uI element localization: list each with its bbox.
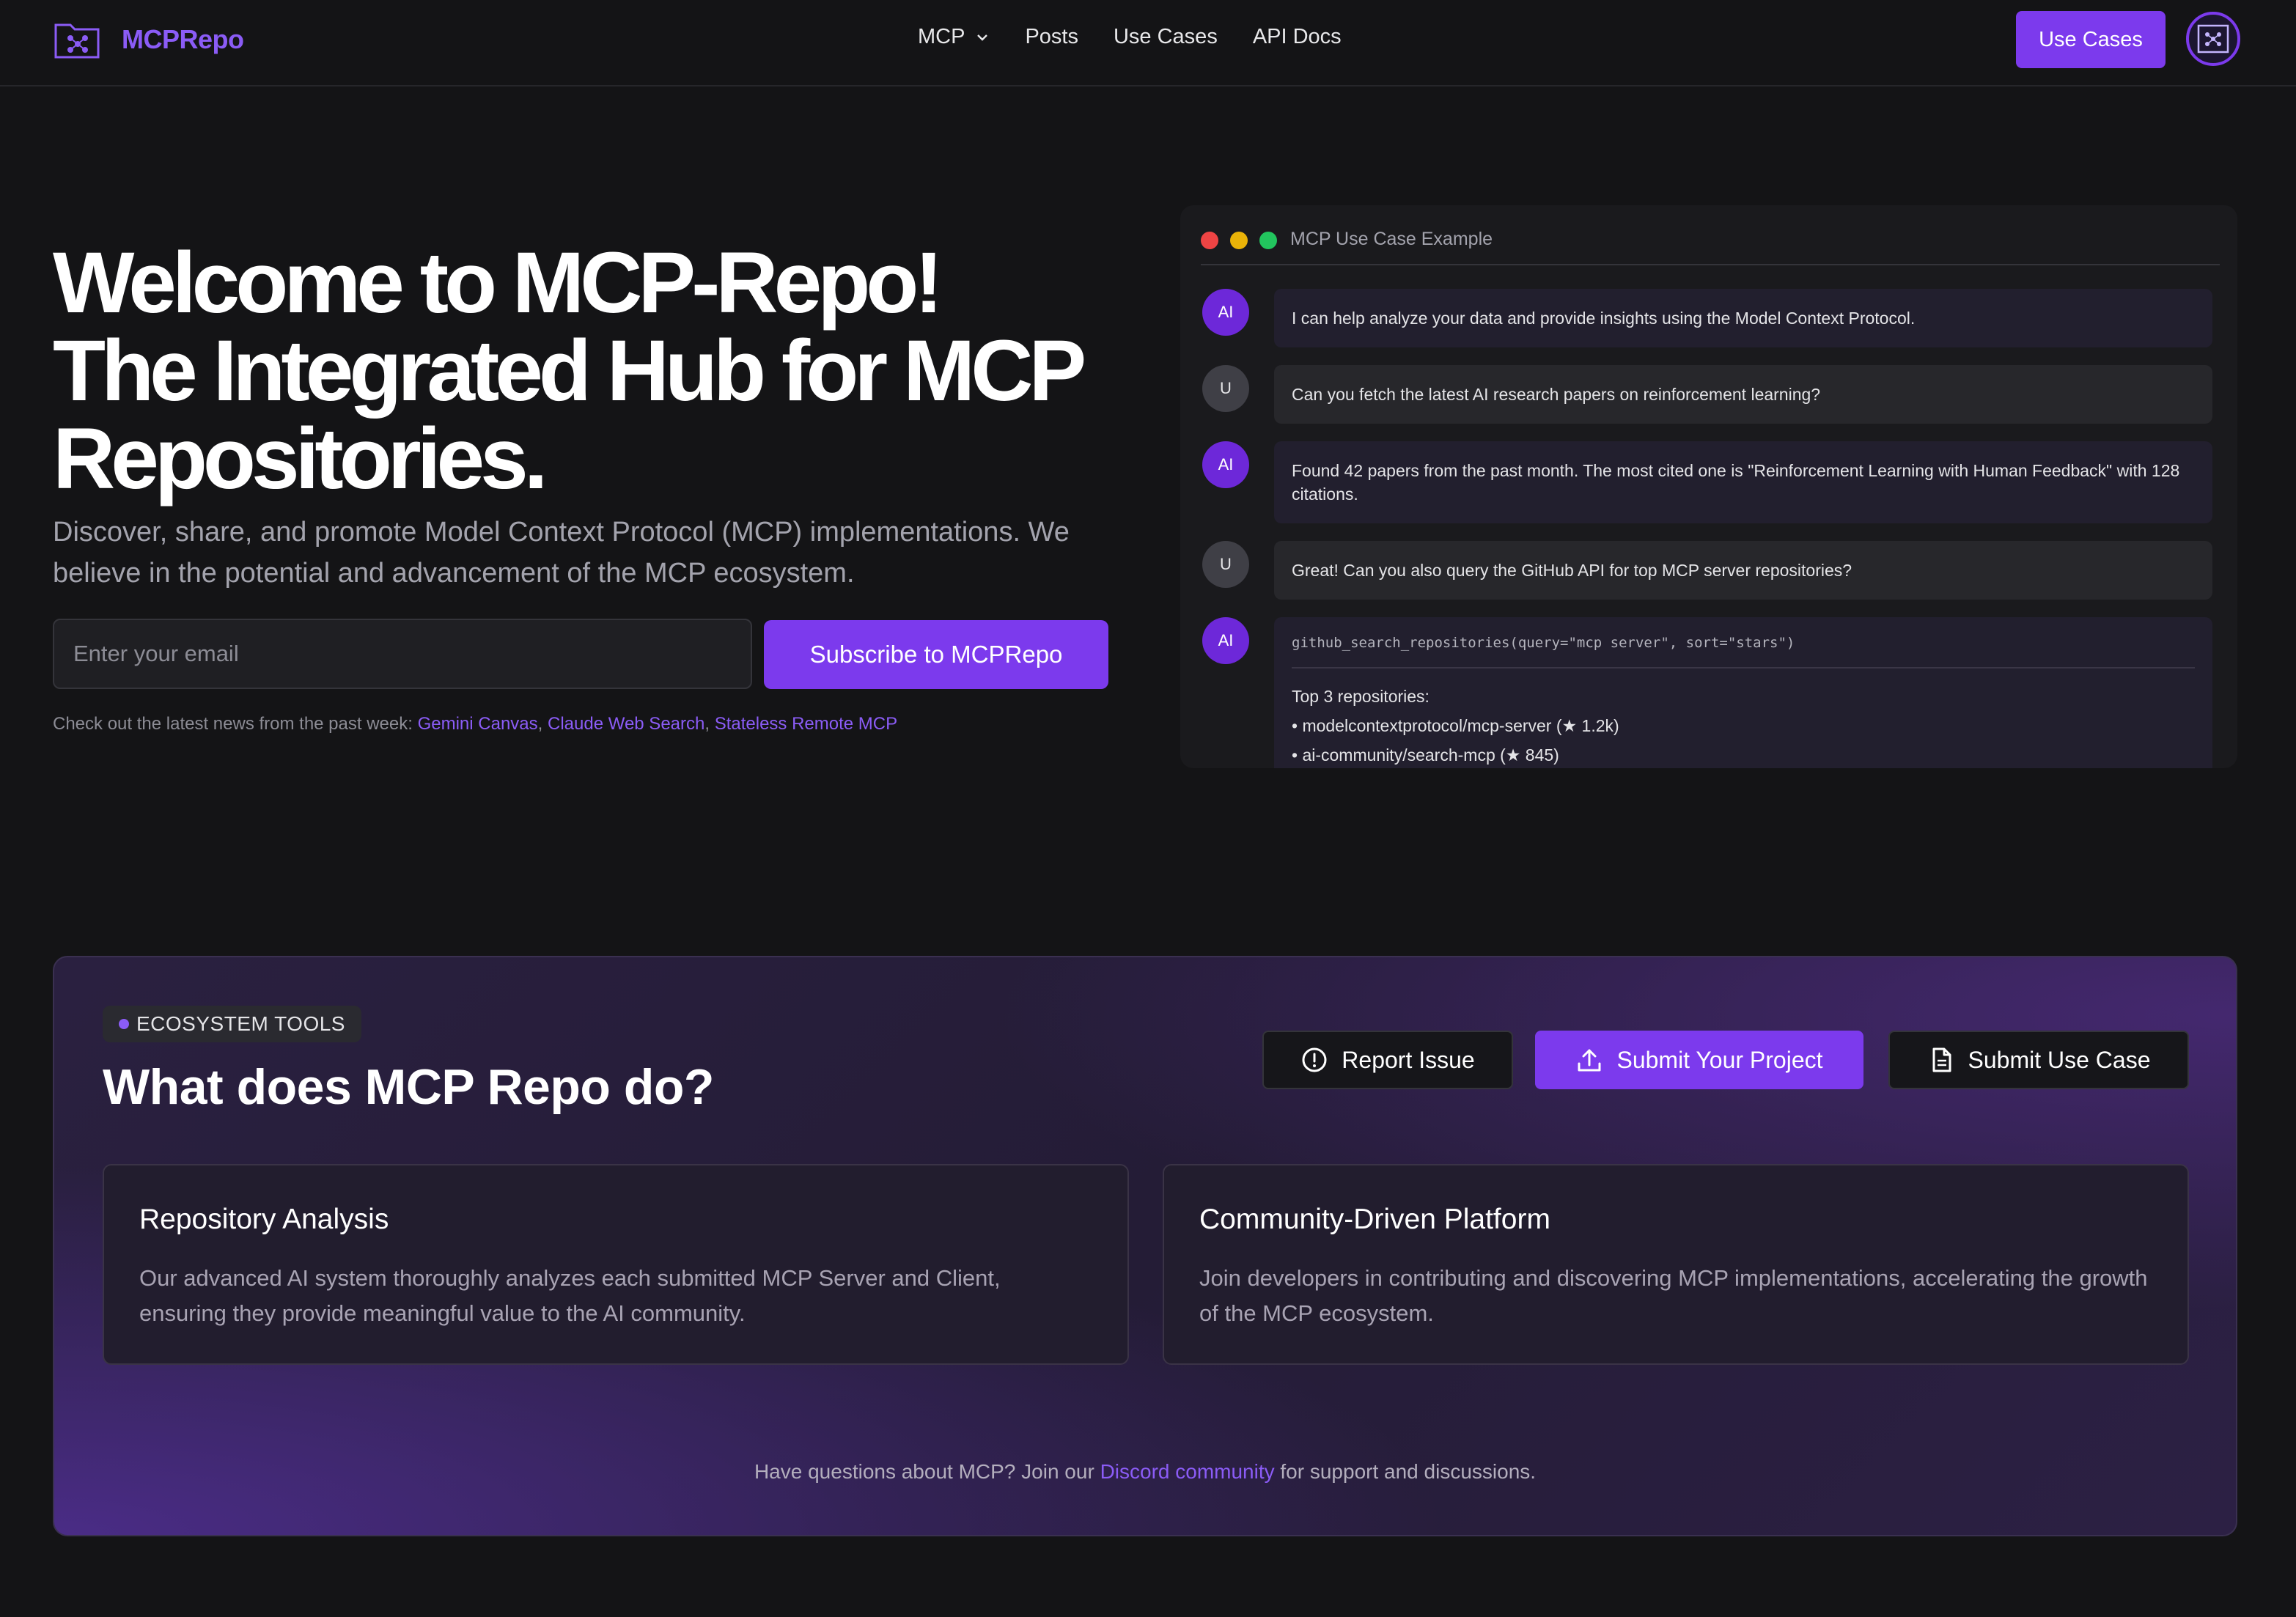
minimize-dot bbox=[1230, 232, 1248, 249]
button-label: Report Issue bbox=[1342, 1046, 1475, 1073]
user-avatar[interactable] bbox=[2186, 12, 2240, 66]
chat-message: Can you fetch the latest AI research pap… bbox=[1274, 365, 2212, 424]
chat-message: I can help analyze your data and provide… bbox=[1274, 289, 2212, 347]
footer-prefix: Have questions about MCP? Join our bbox=[754, 1460, 1094, 1483]
nav-item-posts[interactable]: Posts bbox=[1025, 25, 1078, 49]
footer-suffix: for support and discussions. bbox=[1280, 1460, 1537, 1483]
nav-item-mcp[interactable]: MCP bbox=[918, 25, 990, 49]
card-text: Our advanced AI system thoroughly analyz… bbox=[139, 1265, 1001, 1326]
ai-avatar: AI bbox=[1202, 617, 1249, 664]
hero-title-line-3: Repositories. bbox=[53, 410, 548, 507]
nav-item-api-docs[interactable]: API Docs bbox=[1253, 25, 1342, 49]
badge-dot-icon bbox=[119, 1019, 129, 1029]
news-link-stateless-remote-mcp[interactable]: Stateless Remote MCP bbox=[715, 714, 897, 734]
feature-card-community-platform: Community-Driven Platform Join developer… bbox=[1163, 1164, 2189, 1365]
chat-message: Great! Can you also query the GitHub API… bbox=[1274, 541, 2212, 600]
card-title: Community-Driven Platform bbox=[1199, 1204, 1550, 1235]
ai-avatar: AI bbox=[1202, 289, 1249, 336]
user-avatar-small: U bbox=[1202, 541, 1249, 588]
nav-item-label: API Docs bbox=[1252, 25, 1342, 48]
nav-item-label: MCP bbox=[918, 25, 965, 48]
brand-logo[interactable]: MCPRepo bbox=[53, 19, 244, 60]
result-item: • modelcontextprotocol/mcp-server (★ 1.2… bbox=[1292, 716, 1619, 735]
button-label: Submit Use Case bbox=[1968, 1046, 2151, 1073]
upload-icon bbox=[1578, 1049, 1601, 1072]
avatar-logo-icon bbox=[2197, 24, 2229, 54]
news-link-claude-web-search[interactable]: Claude Web Search bbox=[548, 714, 704, 734]
ecosystem-section: ECOSYSTEM TOOLS What does MCP Repo do? R… bbox=[53, 956, 2237, 1536]
nav-item-label: Posts bbox=[1025, 25, 1078, 48]
subscribe-button[interactable]: Subscribe to MCPRepo bbox=[764, 620, 1108, 689]
window-controls bbox=[1201, 232, 1277, 249]
card-title: Repository Analysis bbox=[139, 1204, 389, 1235]
feature-card-repository-analysis: Repository Analysis Our advanced AI syst… bbox=[103, 1164, 1129, 1365]
submit-project-button[interactable]: Submit Your Project bbox=[1535, 1031, 1863, 1089]
alert-circle-icon bbox=[1302, 1047, 1327, 1072]
user-avatar-small: U bbox=[1202, 365, 1249, 412]
code-message: github_search_repositories(query="mcp se… bbox=[1274, 617, 2212, 768]
top-nav: MCPRepo MCP Posts Use Cases API Docs Use… bbox=[0, 0, 2296, 86]
hero-title: Welcome to MCP-Repo! The Integrated Hub … bbox=[53, 239, 1123, 503]
section-title: What does MCP Repo do? bbox=[103, 1059, 714, 1115]
document-icon bbox=[1932, 1047, 1951, 1072]
chat-message: Found 42 papers from the past month. The… bbox=[1274, 441, 2212, 523]
card-text: Join developers in contributing and disc… bbox=[1199, 1265, 2148, 1326]
section-footer: Have questions about MCP? Join our Disco… bbox=[54, 1460, 2236, 1484]
code-snippet: github_search_repositories(query="mcp se… bbox=[1292, 635, 1795, 651]
nav-links: MCP Posts Use Cases API Docs bbox=[918, 25, 1342, 49]
divider bbox=[1292, 667, 2195, 668]
code-result: Top 3 repositories: • modelcontextprotoc… bbox=[1292, 682, 2195, 768]
maximize-dot bbox=[1259, 232, 1277, 249]
ai-avatar: AI bbox=[1202, 441, 1249, 488]
result-item: • ai-community/search-mcp (★ 845) bbox=[1292, 745, 1559, 765]
nav-item-use-cases[interactable]: Use Cases bbox=[1114, 25, 1218, 49]
brand-name: MCPRepo bbox=[122, 24, 244, 54]
chevron-down-icon bbox=[977, 34, 988, 41]
discord-community-link[interactable]: Discord community bbox=[1100, 1460, 1275, 1483]
result-title: Top 3 repositories: bbox=[1292, 687, 1430, 706]
close-dot bbox=[1201, 232, 1218, 249]
news-link-gemini-canvas[interactable]: Gemini Canvas bbox=[418, 714, 538, 734]
use-cases-button[interactable]: Use Cases bbox=[2016, 11, 2166, 68]
logo-icon bbox=[54, 23, 100, 59]
news-prefix: Check out the latest news from the past … bbox=[53, 714, 413, 734]
hero-title-line-2: The Integrated Hub for MCP bbox=[53, 323, 1086, 419]
hero-subtitle: Discover, share, and promote Model Conte… bbox=[53, 517, 1070, 589]
button-label: Submit Your Project bbox=[1616, 1046, 1823, 1073]
report-issue-button[interactable]: Report Issue bbox=[1262, 1031, 1513, 1089]
badge-label: ECOSYSTEM TOOLS bbox=[136, 1012, 345, 1035]
section-badge: ECOSYSTEM TOOLS bbox=[103, 1006, 361, 1042]
nav-item-label: Use Cases bbox=[1113, 25, 1218, 48]
submit-use-case-button[interactable]: Submit Use Case bbox=[1888, 1031, 2189, 1089]
chat-window-title: MCP Use Case Example bbox=[1290, 229, 1493, 249]
chat-example-window: MCP Use Case Example AI I can help analy… bbox=[1180, 205, 2237, 768]
hero-title-line-1: Welcome to MCP-Repo! bbox=[53, 235, 943, 331]
divider bbox=[1201, 264, 2220, 265]
email-input[interactable] bbox=[53, 619, 752, 689]
news-line: Check out the latest news from the past … bbox=[53, 714, 898, 734]
